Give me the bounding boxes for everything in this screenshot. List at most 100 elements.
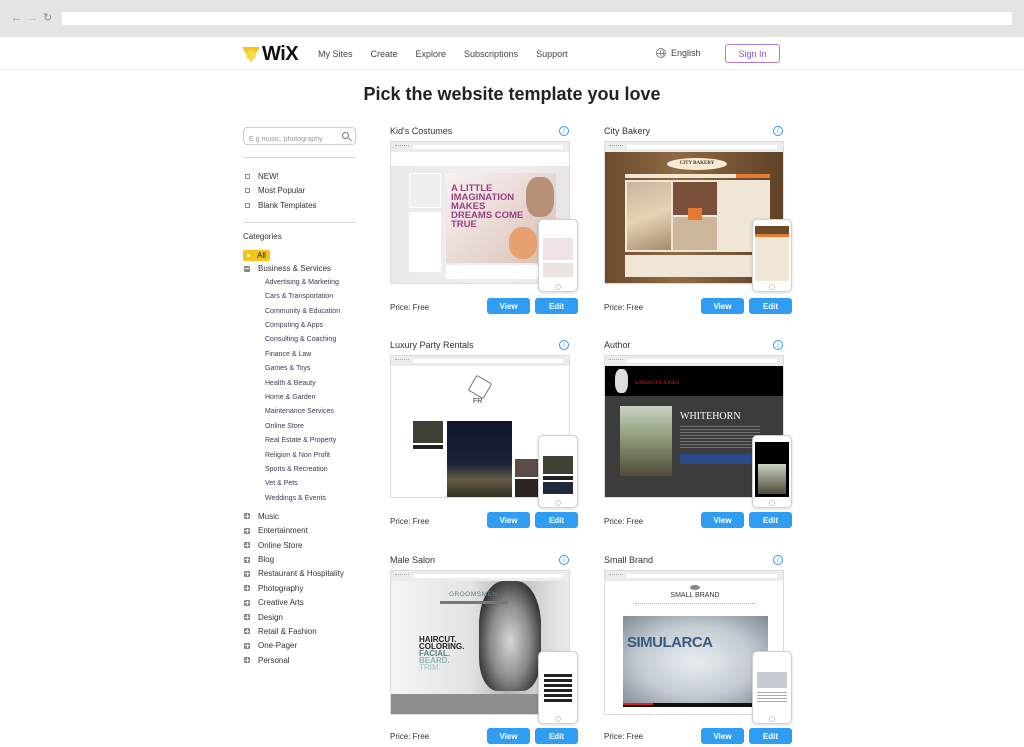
info-icon[interactable]: i [773, 340, 783, 350]
expand-icon[interactable] [244, 542, 250, 549]
browser-chrome: ← → ↻ [0, 0, 1024, 37]
expand-icon[interactable] [244, 527, 250, 534]
wix-logo[interactable]: WiX [242, 43, 299, 65]
edit-button[interactable]: Edit [535, 512, 578, 528]
checkbox-icon [245, 202, 250, 208]
preview-services: HAIRCUT. COLORING. FACIAL. BEARD. TRIM. [419, 635, 465, 672]
view-button[interactable]: View [701, 728, 744, 744]
edit-button[interactable]: Edit [749, 298, 792, 314]
category-item[interactable]: Blog [243, 552, 356, 566]
preview-sub-text: SAMANTA JONES [635, 380, 680, 386]
category-business-services[interactable]: Business & Services [243, 262, 356, 276]
mobile-preview [752, 219, 792, 292]
filter-blank-templates[interactable]: Blank Templates [243, 198, 356, 213]
sign-in-button[interactable]: Sign In [725, 44, 780, 63]
expand-icon[interactable] [244, 599, 250, 606]
category-item[interactable]: One-Pager [243, 639, 356, 653]
filter-new[interactable]: NEW! [243, 169, 356, 184]
search-icon[interactable] [342, 132, 349, 139]
search-input[interactable] [244, 131, 336, 148]
edit-button[interactable]: Edit [749, 728, 792, 744]
subcategory-item[interactable]: Cars & Transportation [265, 290, 356, 304]
subcategory-item[interactable]: Health & Beauty [265, 377, 356, 391]
nav-create[interactable]: Create [371, 49, 398, 59]
view-button[interactable]: View [701, 298, 744, 314]
subcategory-item[interactable]: Maintenance Services [265, 405, 356, 419]
expand-icon[interactable] [244, 513, 250, 520]
collapse-icon[interactable] [244, 265, 250, 272]
info-icon[interactable]: i [559, 340, 569, 350]
subcategory-item[interactable]: Community & Education [265, 305, 356, 319]
template-name: City Bakery [604, 126, 651, 136]
subcategory-item[interactable]: Games & Toys [265, 362, 356, 376]
back-arrow-icon[interactable]: ← [11, 11, 22, 25]
filter-most-popular[interactable]: Most Popular [243, 184, 356, 199]
filter-label: NEW! [258, 171, 279, 181]
forward-arrow-icon[interactable]: → [27, 11, 38, 25]
page-title: Pick the website template you love [363, 84, 661, 104]
expand-icon[interactable] [244, 570, 250, 577]
subcategory-list: Advertising & Marketing Cars & Transport… [265, 276, 356, 506]
nav-subscriptions[interactable]: Subscriptions [464, 49, 518, 59]
category-item[interactable]: Design [243, 610, 356, 624]
category-label: Music [258, 511, 279, 521]
template-name: Luxury Party Rentals [390, 340, 474, 350]
category-item[interactable]: Personal [243, 653, 356, 667]
category-label: Restaurant & Hospitality [258, 569, 344, 579]
subcategory-item[interactable]: Real Estate & Property [265, 434, 356, 448]
expand-icon[interactable] [244, 585, 250, 592]
main-nav: My Sites Create Explore Subscriptions Su… [318, 37, 586, 70]
template-price: Price: Free [390, 303, 430, 312]
category-item[interactable]: Entertainment [243, 524, 356, 538]
edit-button[interactable]: Edit [535, 298, 578, 314]
preview-hero-text: GROOMSMEN [449, 591, 498, 598]
category-item[interactable]: Creative Arts [243, 595, 356, 609]
view-button[interactable]: View [487, 512, 530, 528]
info-icon[interactable]: i [559, 555, 569, 565]
language-selector[interactable]: English [656, 48, 701, 58]
subcategory-item[interactable]: Consulting & Coaching [265, 333, 356, 347]
category-item[interactable]: Retail & Fashion [243, 624, 356, 638]
view-button[interactable]: View [487, 728, 530, 744]
category-all[interactable]: All [243, 249, 270, 261]
edit-button[interactable]: Edit [749, 512, 792, 528]
category-label: Online Store [258, 540, 303, 550]
template-name: Male Salon [390, 555, 436, 565]
template-name: Small Brand [604, 555, 654, 565]
globe-icon [656, 48, 666, 58]
subcategory-item[interactable]: Sports & Recreation [265, 463, 356, 477]
subcategory-item[interactable]: Home & Garden [265, 391, 356, 405]
subcategory-item[interactable]: Advertising & Marketing [265, 276, 356, 290]
view-button[interactable]: View [487, 298, 530, 314]
categories-heading: Categories [243, 231, 282, 241]
wix-logo-icon [242, 46, 260, 62]
category-item[interactable]: Photography [243, 581, 356, 595]
nav-explore[interactable]: Explore [416, 49, 447, 59]
nav-support[interactable]: Support [536, 49, 568, 59]
edit-button[interactable]: Edit [535, 728, 578, 744]
address-bar[interactable] [62, 12, 1012, 25]
subcategory-item[interactable]: Weddings & Events [265, 492, 356, 506]
info-icon[interactable]: i [773, 126, 783, 136]
category-item[interactable]: Restaurant & Hospitality [243, 567, 356, 581]
category-label: Photography [258, 583, 304, 593]
info-icon[interactable]: i [559, 126, 569, 136]
subcategory-item[interactable]: Online Store [265, 420, 356, 434]
reload-icon[interactable]: ↻ [43, 11, 52, 25]
quick-filters: NEW! Most Popular Blank Templates [243, 169, 356, 213]
subcategory-item[interactable]: Religion & Non Profit [265, 449, 356, 463]
expand-icon[interactable] [244, 614, 250, 621]
expand-icon[interactable] [244, 642, 250, 649]
category-item[interactable]: Music [243, 509, 356, 523]
expand-icon[interactable] [244, 628, 250, 635]
category-item[interactable]: Online Store [243, 538, 356, 552]
subcategory-item[interactable]: Finance & Law [265, 348, 356, 362]
subcategory-item[interactable]: Vet & Pets [265, 477, 356, 491]
info-icon[interactable]: i [773, 555, 783, 565]
preview-sub-text: SIMULARCA [627, 634, 713, 651]
nav-my-sites[interactable]: My Sites [318, 49, 353, 59]
subcategory-item[interactable]: Computing & Apps [265, 319, 356, 333]
expand-icon[interactable] [244, 556, 250, 563]
expand-icon[interactable] [244, 657, 250, 664]
view-button[interactable]: View [701, 512, 744, 528]
